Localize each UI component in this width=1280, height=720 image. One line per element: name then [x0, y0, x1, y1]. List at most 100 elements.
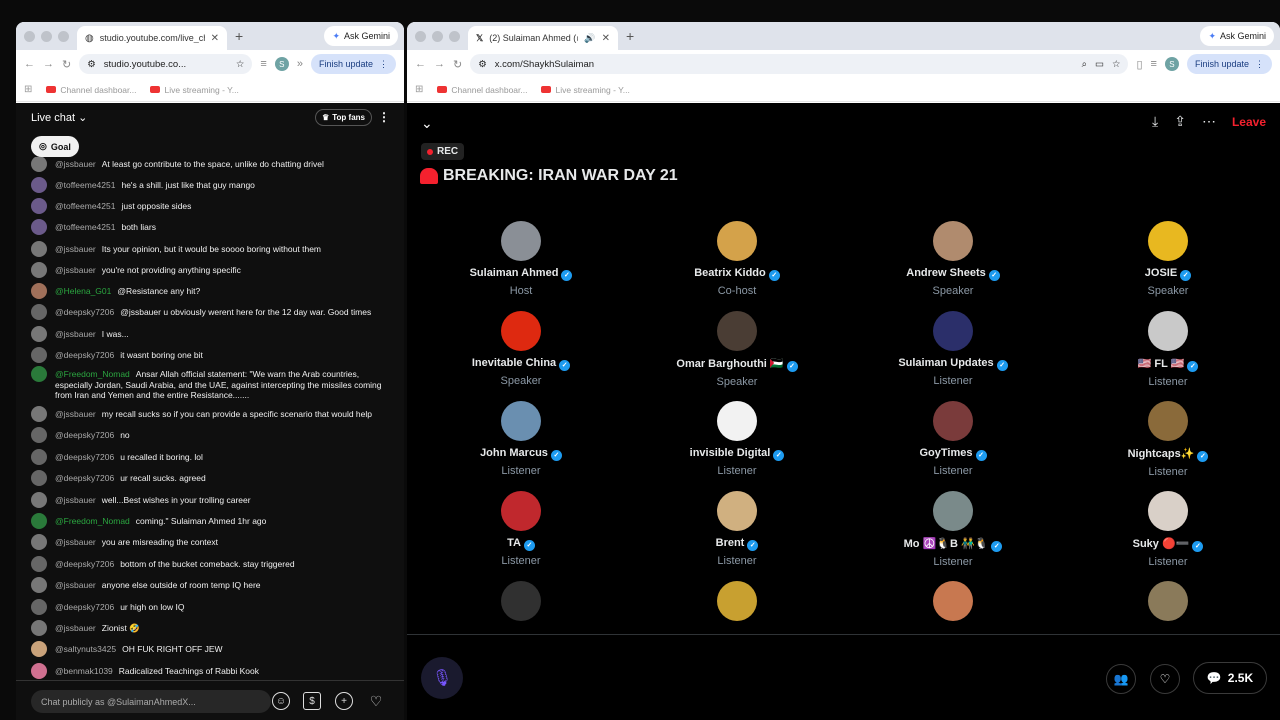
participant-avatar[interactable]	[933, 401, 973, 441]
avatar[interactable]	[31, 427, 47, 443]
avatar[interactable]	[31, 347, 47, 363]
emoji-icon[interactable]: ☺	[272, 692, 290, 710]
super-chat-icon[interactable]: $	[303, 692, 321, 710]
ask-gemini-button[interactable]: ✦ Ask Gemini	[1200, 26, 1274, 46]
participant-avatar[interactable]	[1148, 491, 1188, 531]
new-tab-button[interactable]: +	[227, 28, 251, 44]
participant[interactable]: John Marcus ✓ Listener	[421, 401, 621, 477]
forward-icon[interactable]: →	[43, 58, 54, 70]
message-author[interactable]: @toffeeme4251	[55, 222, 115, 232]
participant-avatar[interactable]	[717, 221, 757, 261]
participant-avatar[interactable]	[501, 491, 541, 531]
message-author[interactable]: @jssbauer	[55, 329, 96, 339]
participant[interactable]: Sulaiman Ahmed ✓ Host	[421, 221, 621, 297]
speaker-icon[interactable]: 🔊	[584, 33, 595, 44]
new-tab-button[interactable]: +	[618, 28, 642, 44]
minimize-icon[interactable]: ⤓	[1152, 113, 1158, 130]
browser-tab[interactable]: 𝕏 (2) Sulaiman Ahmed (@SI 🔊 ✕	[468, 26, 618, 50]
message-author[interactable]: @toffeeme4251	[55, 180, 115, 190]
bookmark-star-icon[interactable]: ☆	[1112, 59, 1121, 70]
participant-avatar[interactable]	[1148, 221, 1188, 261]
message-author[interactable]: @benmak1039	[55, 666, 113, 676]
participant-avatar[interactable]	[717, 581, 757, 621]
participant-avatar[interactable]	[933, 581, 973, 621]
participant[interactable]: Beatrix Kiddo ✓ Co-host	[637, 221, 837, 297]
back-icon[interactable]: ←	[415, 58, 426, 70]
bookmark-star-icon[interactable]: ☆	[236, 59, 245, 70]
message-author[interactable]: @deepsky7206	[55, 452, 114, 462]
browser-tab[interactable]: ◍ studio.youtube.com/live_chat ✕	[77, 26, 227, 50]
message-author[interactable]: @jssbauer	[55, 159, 96, 169]
maximize-window-button[interactable]	[58, 30, 69, 42]
participant[interactable]: GoyTimes ✓ Listener	[853, 401, 1053, 477]
participant-avatar[interactable]	[717, 401, 757, 441]
goal-button[interactable]: ◎ Goal	[31, 136, 79, 157]
avatar[interactable]	[31, 577, 47, 593]
participant[interactable]: Sulaiman Updates ✓ Listener	[853, 311, 1053, 387]
participant-avatar[interactable]	[501, 581, 541, 621]
participant[interactable]: Brent ✓ Listener	[637, 491, 837, 567]
collapse-chevron-icon[interactable]: ⌄	[421, 115, 433, 132]
avatar[interactable]	[31, 663, 47, 679]
sidebar-icon[interactable]: ▯	[1136, 58, 1142, 71]
avatar[interactable]	[31, 198, 47, 214]
participant-avatar[interactable]	[501, 221, 541, 261]
participant-avatar[interactable]	[1148, 581, 1188, 621]
avatar[interactable]	[31, 219, 47, 235]
cast-icon[interactable]: ▭	[1095, 59, 1104, 70]
message-author[interactable]: @deepsky7206	[55, 473, 114, 483]
participant-avatar[interactable]	[1148, 311, 1188, 351]
message-author[interactable]: @jssbauer	[55, 265, 96, 275]
bookmark-channel-dashboard[interactable]: Channel dashboar...	[437, 85, 527, 95]
avatar[interactable]	[31, 177, 47, 193]
ask-gemini-button[interactable]: ✦ Ask Gemini	[324, 26, 398, 46]
reactions-icon[interactable]: ♡	[1150, 664, 1180, 694]
avatar[interactable]	[31, 326, 47, 342]
participant[interactable]: 🇺🇸 FL 🇺🇸 ✓ Listener	[1068, 311, 1268, 388]
bookmark-live-streaming[interactable]: Live streaming - Y...	[150, 85, 239, 95]
participant[interactable]	[1068, 581, 1268, 621]
message-author[interactable]: @deepsky7206	[55, 430, 114, 440]
site-settings-icon[interactable]: ⚙	[87, 59, 96, 70]
avatar[interactable]	[31, 470, 47, 486]
message-author[interactable]: @Helena_G01	[55, 286, 111, 296]
message-author[interactable]: @jssbauer	[55, 409, 96, 419]
add-icon[interactable]: +	[335, 692, 353, 710]
participant-avatar[interactable]	[933, 311, 973, 351]
chat-options-icon[interactable]: ⋮	[378, 110, 390, 124]
message-author[interactable]: @Freedom_Nomad	[55, 516, 130, 526]
zoom-icon[interactable]: ⌕	[1082, 59, 1087, 70]
live-chat-mode-dropdown[interactable]: Live chat ⌄	[31, 111, 87, 124]
share-icon[interactable]: ⇪	[1174, 113, 1186, 130]
forward-icon[interactable]: →	[434, 58, 445, 70]
message-author[interactable]: @jssbauer	[55, 244, 96, 254]
participant[interactable]: Inevitable China ✓ Speaker	[421, 311, 621, 387]
bookmark-channel-dashboard[interactable]: Channel dashboar...	[46, 85, 136, 95]
participant[interactable]: JOSIE ✓ Speaker	[1068, 221, 1268, 297]
message-author[interactable]: @jssbauer	[55, 580, 96, 590]
profile-avatar[interactable]: S	[1164, 57, 1179, 71]
message-author[interactable]: @toffeeme4251	[55, 201, 115, 211]
close-tab-icon[interactable]: ✕	[211, 33, 219, 44]
avatar[interactable]	[31, 492, 47, 508]
address-bar[interactable]: ⚙ x.com/ShaykhSulaiman ⌕ ▭ ☆	[470, 54, 1129, 74]
more-icon[interactable]: ⋯	[1202, 113, 1216, 130]
heart-icon[interactable]: ♡	[367, 692, 385, 710]
close-window-button[interactable]	[24, 30, 35, 42]
avatar[interactable]	[31, 157, 47, 172]
avatar[interactable]	[31, 641, 47, 657]
message-author[interactable]: @Freedom_Nomad	[55, 369, 130, 379]
chat-input[interactable]: Chat publicly as @SulaimanAhmedX...	[31, 690, 271, 713]
participant[interactable]: Omar Barghouthi 🇵🇸 ✓ Speaker	[637, 311, 837, 388]
media-icon[interactable]: ≡	[260, 58, 266, 70]
reload-icon[interactable]: ↻	[453, 58, 462, 71]
message-author[interactable]: @deepsky7206	[55, 307, 114, 317]
participant-avatar[interactable]	[501, 401, 541, 441]
participant-avatar[interactable]	[717, 491, 757, 531]
site-settings-icon[interactable]: ⚙	[478, 59, 487, 70]
avatar[interactable]	[31, 449, 47, 465]
avatar[interactable]	[31, 304, 47, 320]
avatar[interactable]	[31, 406, 47, 422]
avatar[interactable]	[31, 241, 47, 257]
participant[interactable]: Mo ☮️🐧B 👬🐧 ✓ Listener	[853, 491, 1053, 568]
